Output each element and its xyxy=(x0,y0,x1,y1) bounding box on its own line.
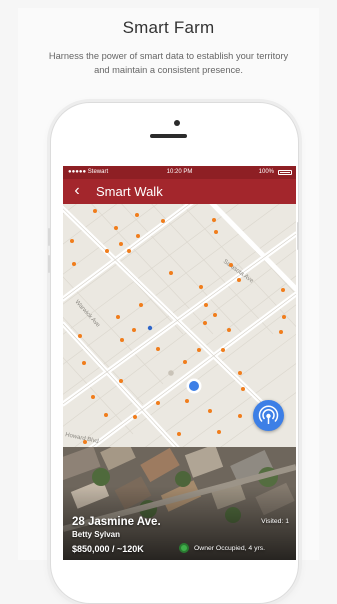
phone-volume-up xyxy=(48,228,50,246)
nav-title: Smart Walk xyxy=(96,184,163,199)
visited-count: Visited: 1 xyxy=(261,518,289,525)
status-bar: ●●●●● Stewart 10:20 PM 100% xyxy=(63,166,296,179)
phone-power-button xyxy=(297,222,299,250)
property-address: 28 Jasmine Ave. xyxy=(72,516,161,528)
broadcast-icon xyxy=(258,405,279,424)
phone-camera xyxy=(174,120,180,126)
owner-occupied-icon xyxy=(179,543,189,553)
app-screen: ●●●●● Stewart 10:20 PM 100% ‹ Smart Walk xyxy=(63,166,296,560)
property-card[interactable]: 28 Jasmine Ave. Betty Sylvan $850,000 / … xyxy=(63,447,296,560)
phone-speaker xyxy=(150,134,187,138)
nav-bar: ‹ Smart Walk xyxy=(63,179,296,204)
owner-name: Betty Sylvan xyxy=(72,530,121,539)
page-subtitle: Harness the power of smart data to estab… xyxy=(48,51,289,75)
battery-label: 100% xyxy=(258,169,274,175)
occupancy-status: Owner Occupied, 4 yrs. xyxy=(194,545,266,552)
page-title: Smart Farm xyxy=(122,18,215,37)
property-price: $850,000 / ~120K xyxy=(72,544,144,554)
broadcast-button[interactable] xyxy=(253,400,284,431)
phone-volume-down xyxy=(48,255,50,273)
back-chevron-icon[interactable]: ‹ xyxy=(70,182,84,200)
battery-icon xyxy=(278,170,292,175)
